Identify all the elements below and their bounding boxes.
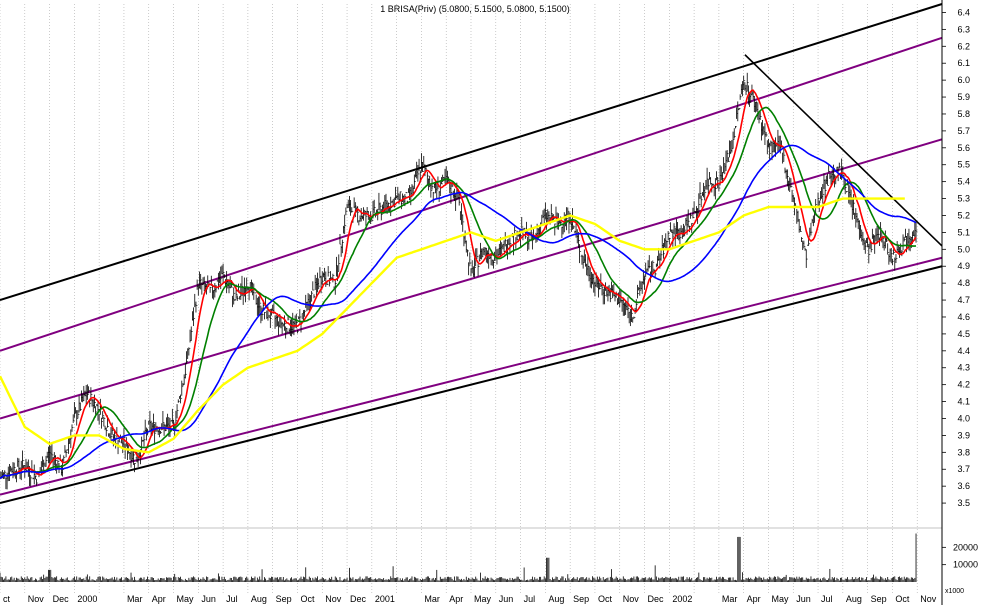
y-tick-label: 4.5 — [957, 329, 970, 339]
x-tick-label: Jun — [499, 594, 514, 604]
y-tick-label: 5.4 — [957, 177, 970, 187]
y-tick-label: 4.0 — [957, 413, 970, 423]
y-tick-label: 5.1 — [957, 227, 970, 237]
volume-tick-label: 10000 — [953, 560, 978, 570]
x-tick-label: Sep — [871, 594, 887, 604]
y-tick-label: 6.2 — [957, 41, 970, 51]
y-tick-label: 3.8 — [957, 447, 970, 457]
volume-tick-label: 20000 — [953, 542, 978, 552]
x-tick-label: Jun — [796, 594, 811, 604]
x-tick-label: Mar — [127, 594, 143, 604]
x-tick-label: May — [177, 594, 195, 604]
x-tick-label: Nov — [325, 594, 342, 604]
x-tick-label: Sep — [573, 594, 589, 604]
x-tick-label: Oct — [300, 594, 315, 604]
x-tick-label: Aug — [251, 594, 267, 604]
y-tick-label: 4.7 — [957, 295, 970, 305]
x-tick-label: Jul — [226, 594, 238, 604]
x-tick-label: Nov — [623, 594, 640, 604]
y-tick-label: 4.1 — [957, 397, 970, 407]
x-tick-label: Mar — [722, 594, 738, 604]
y-tick-label: 5.2 — [957, 210, 970, 220]
x-tick-label: May — [474, 594, 492, 604]
y-tick-label: 5.0 — [957, 244, 970, 254]
x-tick-label: Dec — [648, 594, 665, 604]
y-tick-label: 4.4 — [957, 346, 970, 356]
y-tick-label: 3.7 — [957, 464, 970, 474]
x-tick-label: Oct — [598, 594, 613, 604]
y-tick-label: 4.2 — [957, 380, 970, 390]
price-chart: ct Nov Dec 2000 Mar Apr May Jun Jul Aug Sep Oct Nov D… — [0, 0, 990, 605]
x-tick-label: Nov — [920, 594, 937, 604]
y-tick-label: 5.3 — [957, 194, 970, 204]
y-tick-label: 4.9 — [957, 261, 970, 271]
x-tick-label: Aug — [846, 594, 862, 604]
x-tick-label: Jul — [524, 594, 536, 604]
x-tick-label: 2002 — [672, 594, 692, 604]
x-tick-label: Mar — [424, 594, 440, 604]
y-tick-label: 3.5 — [957, 498, 970, 508]
y-tick-label: 6.1 — [957, 58, 970, 68]
y-tick-label: 5.8 — [957, 109, 970, 119]
y-tick-label: 5.5 — [957, 160, 970, 170]
x-tick-label: Apr — [449, 594, 463, 604]
chart-title: 1 BRISA(Priv) (5.0800, 5.1500, 5.0800, 5… — [380, 4, 570, 14]
y-tick-label: 6.0 — [957, 75, 970, 85]
x-tick-label: Aug — [548, 594, 564, 604]
y-tick-label: 5.6 — [957, 143, 970, 153]
x-tick-label: 2001 — [375, 594, 395, 604]
x-tick-label: Jul — [821, 594, 833, 604]
x-tick-label: May — [771, 594, 789, 604]
y-tick-label: 4.8 — [957, 278, 970, 288]
y-tick-label: 4.6 — [957, 312, 970, 322]
volume-unit-label: x1000 — [945, 588, 964, 595]
y-tick-label: 4.3 — [957, 363, 970, 373]
x-tick-label: Oct — [895, 594, 910, 604]
x-tick-label: Apr — [747, 594, 761, 604]
y-tick-label: 3.6 — [957, 481, 970, 491]
x-tick-label: Dec — [350, 594, 367, 604]
y-tick-label: 5.9 — [957, 92, 970, 102]
y-tick-label: 5.7 — [957, 126, 970, 136]
x-tick-label: 2000 — [77, 594, 97, 604]
x-tick-label: Jun — [201, 594, 216, 604]
y-tick-label: 6.4 — [957, 7, 970, 17]
x-tick-label: ct — [3, 594, 11, 604]
x-tick-label: Sep — [276, 594, 292, 604]
y-tick-label: 6.3 — [957, 24, 970, 34]
x-tick-label: Dec — [53, 594, 70, 604]
x-tick-label: Apr — [152, 594, 166, 604]
x-tick-label: Nov — [28, 594, 45, 604]
y-tick-label: 3.9 — [957, 430, 970, 440]
